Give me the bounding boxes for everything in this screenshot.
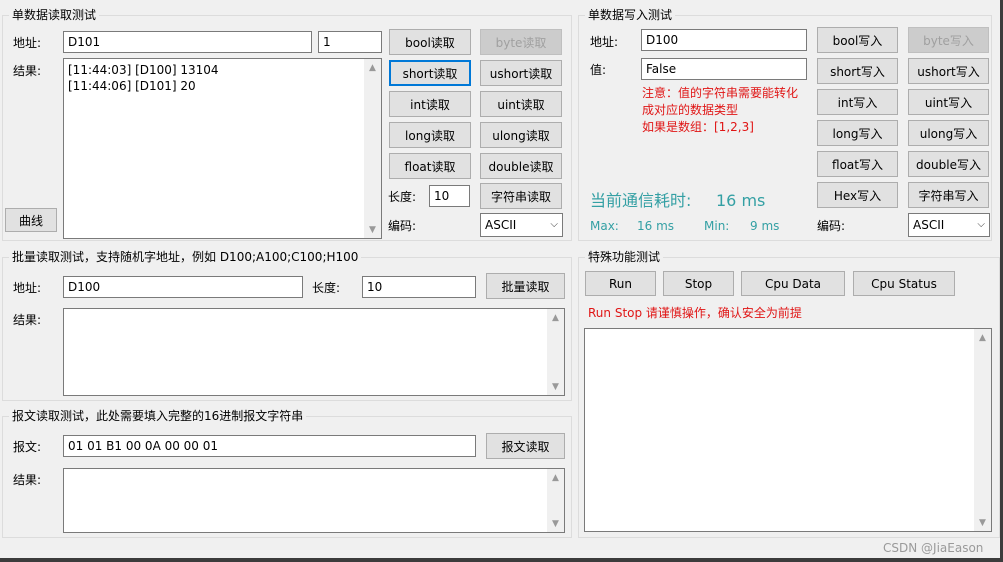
min-label: Min: [704, 219, 730, 233]
ulong-write-button[interactable]: ulong写入 [908, 120, 989, 146]
byte-read-button[interactable]: byte读取 [480, 29, 562, 55]
ushort-read-button[interactable]: ushort读取 [480, 60, 562, 86]
result-line: [11:44:06] [D101] 20 [68, 79, 196, 93]
cpu-status-button[interactable]: Cpu Status [853, 271, 955, 296]
scroll-up-icon[interactable]: ▲ [974, 329, 991, 346]
chevron-down-icon: ⌵ [550, 219, 558, 230]
double-read-button[interactable]: double读取 [480, 153, 562, 179]
note-line: 注意：值的字符串需要能转化 [642, 86, 799, 100]
single-read-encoding-select[interactable]: ASCII ⌵ [480, 213, 563, 237]
single-read-title: 单数据读取测试 [9, 8, 100, 23]
scroll-up-icon[interactable]: ▲ [364, 59, 381, 76]
chevron-down-icon: ⌵ [977, 219, 985, 230]
message-read-scrollbar[interactable]: ▲ ▼ [547, 469, 564, 532]
double-write-button[interactable]: double写入 [908, 151, 989, 177]
single-write-value-input[interactable]: False [641, 58, 807, 80]
ulong-read-button[interactable]: ulong读取 [480, 122, 562, 148]
single-read-encoding-label: 编码: [388, 219, 417, 233]
single-write-value-label: 值: [590, 63, 607, 77]
message-read-title: 报文读取测试，此处需要填入完整的16进制报文字符串 [9, 409, 307, 424]
message-read-button[interactable]: 报文读取 [486, 433, 565, 459]
scroll-down-icon[interactable]: ▼ [547, 515, 564, 532]
stop-button[interactable]: Stop [663, 271, 734, 296]
single-write-encoding-select[interactable]: ASCII ⌵ [908, 213, 990, 237]
comm-time-label: 当前通信耗时: [590, 191, 692, 210]
batch-read-length-label: 长度: [312, 281, 341, 295]
single-write-encoding-label: 编码: [817, 219, 846, 233]
message-read-result-label: 结果: [13, 473, 42, 487]
note-line: 如果是数组：[1,2,3] [642, 120, 754, 134]
float-read-button[interactable]: float读取 [389, 153, 471, 179]
single-read-address-label: 地址: [13, 36, 42, 50]
batch-read-button[interactable]: 批量读取 [486, 273, 565, 299]
hex-write-button[interactable]: Hex写入 [817, 182, 898, 208]
short-read-button[interactable]: short读取 [389, 60, 471, 86]
long-read-button[interactable]: long读取 [389, 122, 471, 148]
batch-read-length-input[interactable]: 10 [362, 276, 476, 298]
single-read-result-label: 结果: [13, 64, 42, 78]
int-read-button[interactable]: int读取 [389, 91, 471, 117]
special-warning: Run Stop 请谨慎操作，确认安全为前提 [588, 306, 802, 320]
max-value: 16 ms [637, 219, 675, 233]
single-read-encoding-value: ASCII [485, 218, 517, 232]
batch-read-result-box[interactable]: ▲ ▼ [63, 308, 565, 396]
single-write-address-label: 地址: [590, 35, 619, 49]
special-result-box[interactable]: ▲ ▼ [584, 328, 992, 532]
batch-read-result-label: 结果: [13, 313, 42, 327]
uint-write-button[interactable]: uint写入 [908, 89, 989, 115]
single-read-count-input[interactable]: 1 [318, 31, 382, 53]
note-line: 成对应的数据类型 [642, 103, 739, 117]
special-scrollbar[interactable]: ▲ ▼ [974, 329, 991, 531]
message-read-result-box[interactable]: ▲ ▼ [63, 468, 565, 533]
single-read-address-input[interactable]: D101 [63, 31, 312, 53]
scroll-down-icon[interactable]: ▼ [974, 514, 991, 531]
uint-read-button[interactable]: uint读取 [480, 91, 562, 117]
scroll-down-icon[interactable]: ▼ [364, 221, 381, 238]
single-read-length-input[interactable]: 10 [429, 185, 470, 207]
watermark: CSDN @JiaEason [883, 541, 984, 555]
bool-write-button[interactable]: bool写入 [817, 27, 898, 53]
int-write-button[interactable]: int写入 [817, 89, 898, 115]
single-write-encoding-value: ASCII [913, 218, 945, 232]
scroll-up-icon[interactable]: ▲ [547, 309, 564, 326]
run-button[interactable]: Run [585, 271, 656, 296]
single-read-result-box[interactable]: [11:44:03] [D100] 13104 [11:44:06] [D101… [63, 58, 382, 239]
ushort-write-button[interactable]: ushort写入 [908, 58, 989, 84]
single-write-note: 注意：值的字符串需要能转化 成对应的数据类型 如果是数组：[1,2,3] [642, 85, 798, 136]
long-write-button[interactable]: long写入 [817, 120, 898, 146]
curve-button[interactable]: 曲线 [5, 208, 57, 232]
bool-read-button[interactable]: bool读取 [389, 29, 471, 55]
max-label: Max: [590, 219, 619, 233]
single-write-title: 单数据写入测试 [585, 8, 676, 23]
single-write-address-input[interactable]: D100 [641, 29, 807, 51]
message-read-input[interactable]: 01 01 B1 00 0A 00 00 01 [63, 435, 476, 457]
short-write-button[interactable]: short写入 [817, 58, 898, 84]
string-write-button[interactable]: 字符串写入 [908, 182, 989, 208]
single-read-scrollbar[interactable]: ▲ ▼ [364, 59, 381, 238]
string-read-button[interactable]: 字符串读取 [480, 183, 562, 209]
message-read-label: 报文: [13, 440, 42, 454]
single-read-result-text: [11:44:03] [D100] 13104 [11:44:06] [D101… [68, 62, 361, 94]
scroll-down-icon[interactable]: ▼ [547, 378, 564, 395]
byte-write-button[interactable]: byte写入 [908, 27, 989, 53]
result-line: [11:44:03] [D100] 13104 [68, 63, 219, 77]
scroll-up-icon[interactable]: ▲ [547, 469, 564, 486]
batch-read-scrollbar[interactable]: ▲ ▼ [547, 309, 564, 395]
single-read-length-label: 长度: [388, 190, 417, 204]
float-write-button[interactable]: float写入 [817, 151, 898, 177]
comm-time-value: 16 ms [716, 191, 766, 210]
batch-read-title: 批量读取测试，支持随机字地址，例如 D100;A100;C100;H100 [9, 250, 362, 265]
bottom-border [0, 558, 1003, 562]
batch-read-address-label: 地址: [13, 281, 42, 295]
cpu-data-button[interactable]: Cpu Data [741, 271, 845, 296]
special-title: 特殊功能测试 [585, 250, 664, 265]
batch-read-address-input[interactable]: D100 [63, 276, 303, 298]
min-value: 9 ms [750, 219, 780, 233]
